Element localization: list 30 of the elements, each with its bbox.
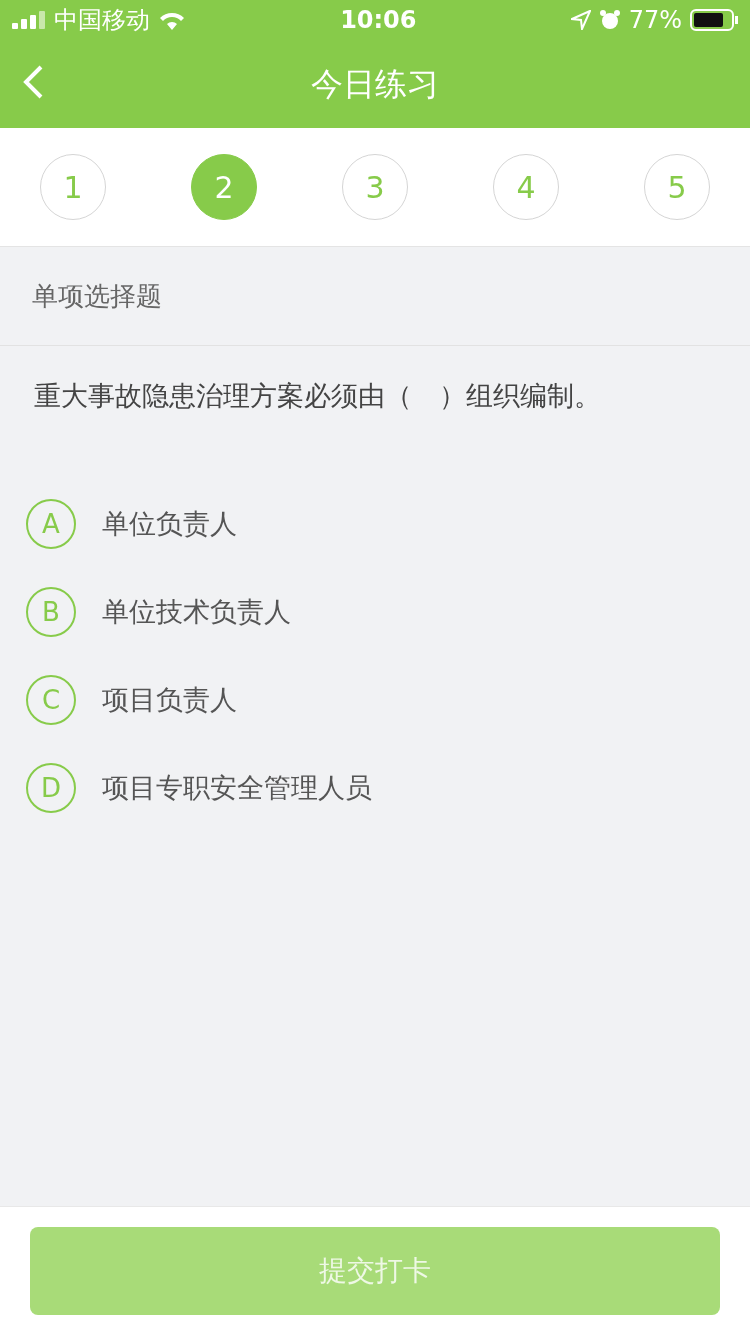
alarm-icon — [598, 9, 621, 31]
step-button[interactable]: 2 — [191, 154, 257, 220]
option-text: 项目专职安全管理人员 — [102, 770, 372, 805]
answer-option[interactable]: C 项目负责人 — [0, 656, 750, 744]
option-letter: D — [26, 763, 76, 813]
step-button[interactable]: 3 — [342, 154, 408, 220]
battery-percent: 77% — [628, 5, 682, 36]
option-text: 项目负责人 — [102, 682, 237, 717]
clock-time: 10:06 — [340, 5, 417, 36]
back-button[interactable] — [22, 64, 44, 100]
back-icon — [22, 64, 44, 100]
section-heading: 单项选择题 — [0, 247, 750, 346]
option-text: 单位技术负责人 — [102, 594, 291, 629]
answer-option[interactable]: B 单位技术负责人 — [0, 568, 750, 656]
location-icon — [570, 10, 591, 30]
option-text: 单位负责人 — [102, 506, 237, 541]
step-button[interactable]: 5 — [644, 154, 710, 220]
carrier-name: 中国移动 — [54, 5, 150, 36]
step-button[interactable]: 4 — [493, 154, 559, 220]
option-letter: B — [26, 587, 76, 637]
signal-icon — [12, 11, 46, 29]
option-letter: C — [26, 675, 76, 725]
question-text: 重大事故隐患治理方案必须由（ ）组织编制。 — [34, 380, 601, 411]
step-button[interactable]: 1 — [40, 154, 106, 220]
battery-icon — [690, 9, 738, 31]
wifi-icon — [158, 10, 186, 30]
answer-option[interactable]: A 单位负责人 — [0, 480, 750, 568]
option-letter: A — [26, 499, 76, 549]
answer-option[interactable]: D 项目专职安全管理人员 — [0, 744, 750, 832]
page-title: 今日练习 — [311, 64, 439, 105]
